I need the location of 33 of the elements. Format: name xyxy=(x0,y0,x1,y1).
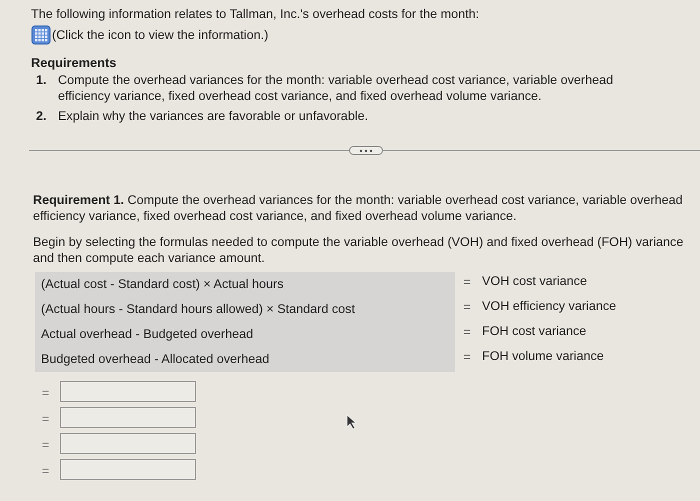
answer-field[interactable] xyxy=(60,459,196,480)
answer-field[interactable] xyxy=(60,433,196,454)
instruction-text: Begin by selecting the formulas needed to compute the variable overhead (VOH) and fixed overhead (FOH) variance and then compute each variance amount. xyxy=(32,234,684,266)
table-icon[interactable] xyxy=(31,25,51,45)
info-link-text[interactable]: (Click the icon to view the information.) xyxy=(52,27,268,43)
equals-sign: = xyxy=(40,385,50,402)
variance-label: FOH volume variance xyxy=(481,348,605,365)
equals-sign: = xyxy=(462,274,472,291)
equals-sign: = xyxy=(462,349,472,366)
requirements-heading: Requirements xyxy=(31,55,118,71)
intro-text: The following information relates to Tallman, Inc.'s overhead costs for the month: xyxy=(31,6,480,22)
item-number: 2. xyxy=(36,108,48,124)
cursor-icon xyxy=(346,414,358,430)
formula-option[interactable]: (Actual hours - Standard hours allowed) × Standard cost xyxy=(35,297,455,322)
requirement-text: Explain why the variances are favorable or unfavorable. xyxy=(58,108,368,124)
formula-option[interactable]: Budgeted overhead - Allocated overhead xyxy=(35,347,455,372)
more-icon xyxy=(359,148,373,152)
equals-sign: = xyxy=(462,324,472,341)
requirement-text: Compute the overhead variances for the month: variable overhead cost variance, variable overhead efficiency variance, fixed overhead cost variance, and fixed overhead volume variance. xyxy=(58,72,614,104)
answer-field[interactable] xyxy=(60,407,196,428)
variance-label: VOH efficiency variance xyxy=(481,298,618,315)
equals-sign: = xyxy=(40,437,50,454)
expand-button[interactable] xyxy=(349,146,383,155)
equals-sign: = xyxy=(40,463,50,480)
answer-field[interactable] xyxy=(60,381,196,402)
item-number: 1. xyxy=(36,72,48,89)
requirement-text: Requirement 1. Compute the overhead variances for the month: variable overhead cost variance, variable overhead efficiency variance, fixed overhead cost variance, and fixed overhead volume variance. xyxy=(32,192,684,224)
equals-sign: = xyxy=(40,411,50,428)
formula-option[interactable]: Actual overhead - Budgeted overhead xyxy=(35,322,455,347)
variance-label: FOH cost variance xyxy=(481,323,588,340)
formula-option[interactable]: (Actual cost - Standard cost) × Actual hours xyxy=(35,272,455,297)
equals-sign: = xyxy=(462,299,472,316)
variance-label: VOH cost variance xyxy=(481,273,588,290)
